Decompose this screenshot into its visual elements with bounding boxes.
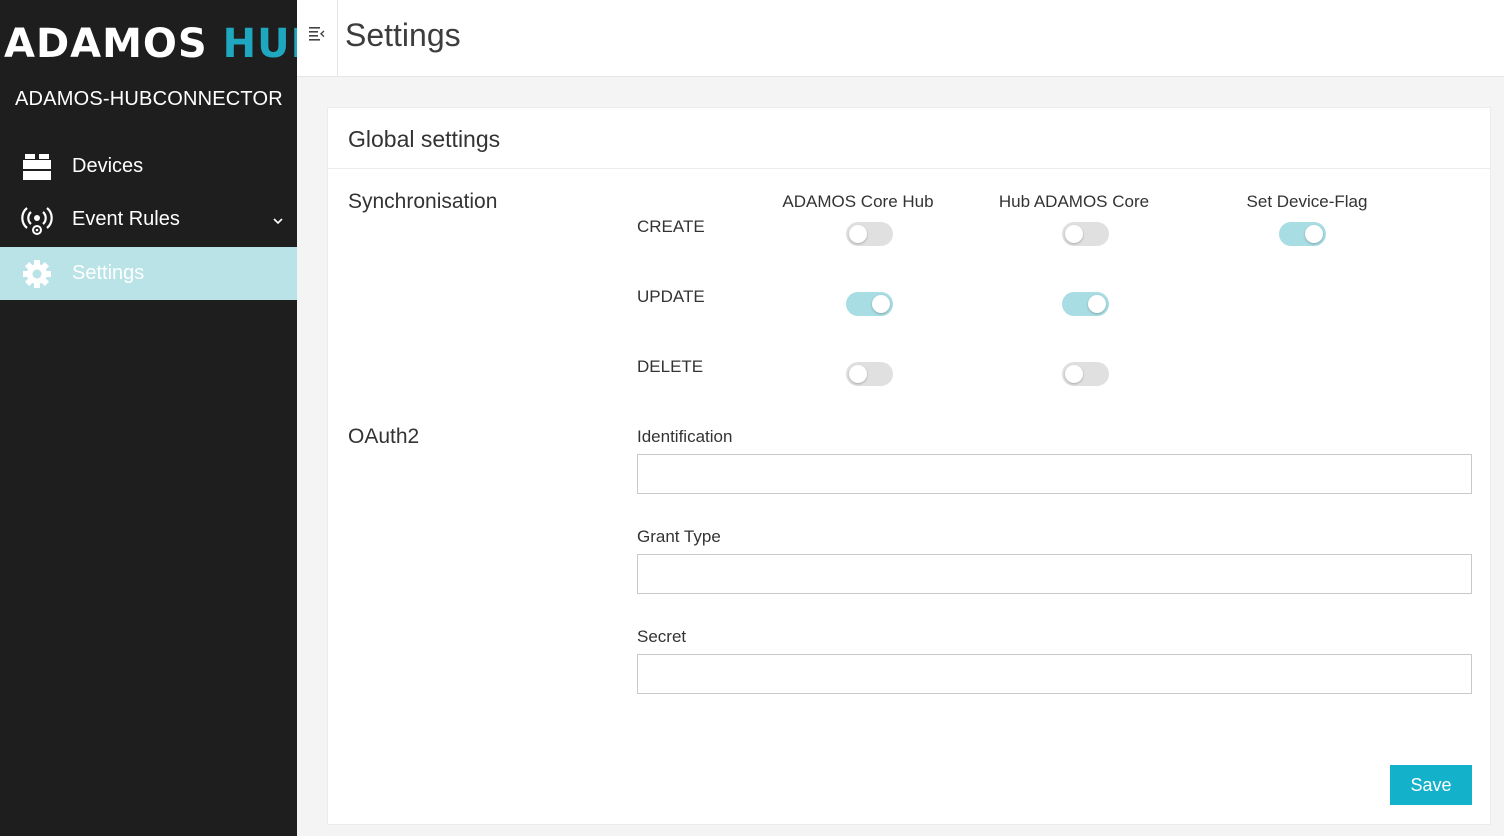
row-label-delete: DELETE (637, 357, 704, 376)
column-header-set-device-flag: Set Device-Flag (1246, 192, 1368, 211)
toggle-delete-hub-adamos-core[interactable] (1062, 362, 1109, 386)
toggle-create-hub-adamos-core[interactable] (1062, 222, 1109, 246)
save-button[interactable]: Save (1390, 765, 1472, 805)
identification-label: Identification (637, 427, 733, 446)
gear-icon (21, 258, 53, 290)
toggle-delete-adamos-core-hub[interactable] (846, 362, 893, 386)
global-settings-card: Global settings Synchronisation ADAMOS C… (327, 107, 1491, 825)
identification-input[interactable] (637, 454, 1472, 494)
card-title: Global settings (348, 126, 501, 152)
toggle-update-adamos-core-hub[interactable] (846, 292, 893, 316)
logo-primary: ADAMOS (4, 21, 208, 67)
toggle-create-set-device-flag[interactable] (1279, 222, 1326, 246)
secret-label: Secret (637, 627, 687, 646)
page-title: Settings (345, 17, 461, 53)
oauth2-title: OAuth2 (348, 425, 420, 448)
toggle-knob (1065, 365, 1083, 383)
toggle-update-hub-adamos-core[interactable] (1062, 292, 1109, 316)
grant-type-input[interactable] (637, 554, 1472, 594)
sidebar-item-label: Settings (72, 262, 145, 284)
top-bar: Settings (297, 0, 1504, 77)
sidebar-item-label: Event Rules (72, 208, 180, 230)
column-header-adamos-core-hub: ADAMOS Core Hub (782, 192, 934, 211)
toggle-create-adamos-core-hub[interactable] (846, 222, 893, 246)
toggle-knob (849, 365, 867, 383)
row-label-update: UPDATE (637, 287, 705, 306)
sidebar-item-settings[interactable]: Settings (0, 247, 297, 300)
sidebar: ADAMOS HUB ADAMOS-HUBCONNECTOR Devices E… (0, 0, 321, 836)
sidebar-item-devices[interactable]: Devices (0, 140, 297, 193)
sidebar-item-event-rules[interactable]: Event Rules (0, 193, 297, 246)
secret-input[interactable] (637, 654, 1472, 694)
devices-icon (21, 151, 53, 183)
app-name: ADAMOS-HUBCONNECTOR (15, 88, 283, 110)
synchronisation-title: Synchronisation (348, 190, 498, 213)
column-header-hub-adamos-core: Hub ADAMOS Core (998, 192, 1150, 211)
toggle-knob (1065, 225, 1083, 243)
toggle-knob (849, 225, 867, 243)
adamos-hub-logo: ADAMOS HUB (4, 24, 322, 64)
chevron-down-icon[interactable] (273, 212, 283, 228)
grant-type-label: Grant Type (637, 527, 721, 546)
menu-toggle-button[interactable] (297, 0, 338, 77)
row-label-create: CREATE (637, 217, 705, 236)
card-header: Global settings (328, 108, 1490, 169)
toggle-knob (1305, 225, 1323, 243)
event-rules-icon (21, 204, 53, 236)
toggle-knob (872, 295, 890, 313)
toggle-knob (1088, 295, 1106, 313)
menu-collapse-icon (308, 26, 326, 47)
sidebar-item-label: Devices (72, 155, 144, 177)
